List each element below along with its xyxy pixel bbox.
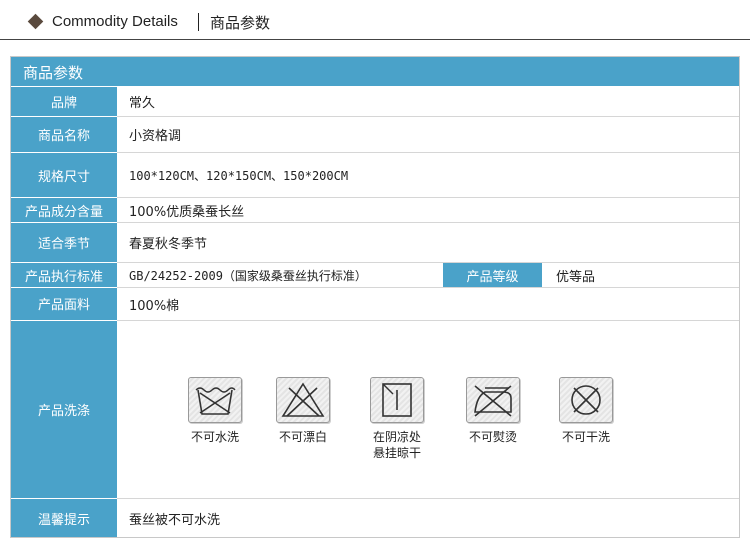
care-item-line-dry-shade: 在阴凉处 悬挂晾干	[357, 377, 437, 461]
care-caption: 不可熨烫	[468, 430, 517, 444]
label-divider	[11, 152, 117, 153]
label-divider	[11, 116, 117, 117]
row-divider	[11, 116, 739, 117]
row-value-standard: GB/24252-2009（国家级桑蚕丝执行标准）	[129, 268, 367, 283]
care-caption-line-1: 在阴凉处	[372, 430, 421, 444]
row-value-brand: 常久	[129, 96, 156, 111]
row-label-size: 规格尺寸	[11, 153, 117, 197]
table-title: 商品参数	[23, 64, 84, 82]
care-item-no-dry-clean: 不可干洗	[546, 377, 626, 445]
table-title-bar: 商品参数	[11, 57, 739, 86]
page-header: Commodity Details 商品参数	[0, 0, 750, 44]
care-caption: 不可水洗	[190, 430, 239, 444]
row-value-size: 100*120CM、120*150CM、150*200CM	[129, 168, 349, 183]
label-divider	[11, 262, 117, 263]
header-separator	[198, 13, 199, 31]
no-bleach-icon	[276, 377, 330, 423]
row-divider	[11, 320, 739, 321]
row-divider	[11, 287, 739, 288]
care-caption-line-2: 悬挂晾干	[372, 446, 421, 460]
diamond-bullet-icon	[27, 13, 44, 30]
grade-label: 产品等级	[443, 263, 542, 287]
no-wash-icon	[188, 377, 242, 423]
care-caption: 不可漂白	[278, 430, 327, 444]
row-value-tips: 蚕丝被不可水洗	[129, 512, 221, 528]
row-divider	[11, 498, 739, 499]
care-item-no-wash: 不可水洗	[175, 377, 255, 445]
no-iron-icon	[466, 377, 520, 423]
row-divider	[11, 197, 739, 198]
row-label-product-name: 商品名称	[11, 117, 117, 152]
label-divider	[11, 287, 117, 288]
header-title-cn: 商品参数	[210, 14, 271, 32]
label-divider	[11, 320, 117, 321]
row-label-season: 适合季节	[11, 223, 117, 262]
care-item-no-bleach: 不可漂白	[263, 377, 343, 445]
row-label-brand: 品牌	[11, 87, 117, 116]
row-label-standard: 产品执行标准	[11, 263, 117, 287]
row-divider	[11, 152, 739, 153]
care-caption: 不可干洗	[561, 430, 610, 444]
row-value-product-name: 小资格调	[129, 129, 182, 144]
row-divider	[11, 222, 739, 223]
label-divider	[11, 197, 117, 198]
header-title-en: Commodity Details	[52, 13, 178, 30]
header-rule	[0, 39, 750, 40]
line-dry-shade-icon	[370, 377, 424, 423]
care-item-no-iron: 不可熨烫	[453, 377, 533, 445]
row-value-composition: 100%优质桑蚕长丝	[129, 204, 245, 220]
label-divider	[11, 222, 117, 223]
row-label-tips: 温馨提示	[11, 499, 117, 537]
row-label-composition: 产品成分含量	[11, 198, 117, 222]
no-dry-clean-icon	[559, 377, 613, 423]
row-value-season: 春夏秋冬季节	[129, 237, 208, 252]
row-label-washing: 产品洗涤	[11, 321, 117, 498]
row-divider	[11, 262, 739, 263]
grade-value: 优等品	[556, 269, 596, 285]
row-value-fabric: 100%棉	[129, 298, 180, 314]
label-divider	[11, 498, 117, 499]
row-label-fabric: 产品面料	[11, 288, 117, 320]
product-params-table: 商品参数 品牌 常久 商品名称 小资格调 规格尺寸 100*120CM、120*…	[10, 56, 740, 538]
